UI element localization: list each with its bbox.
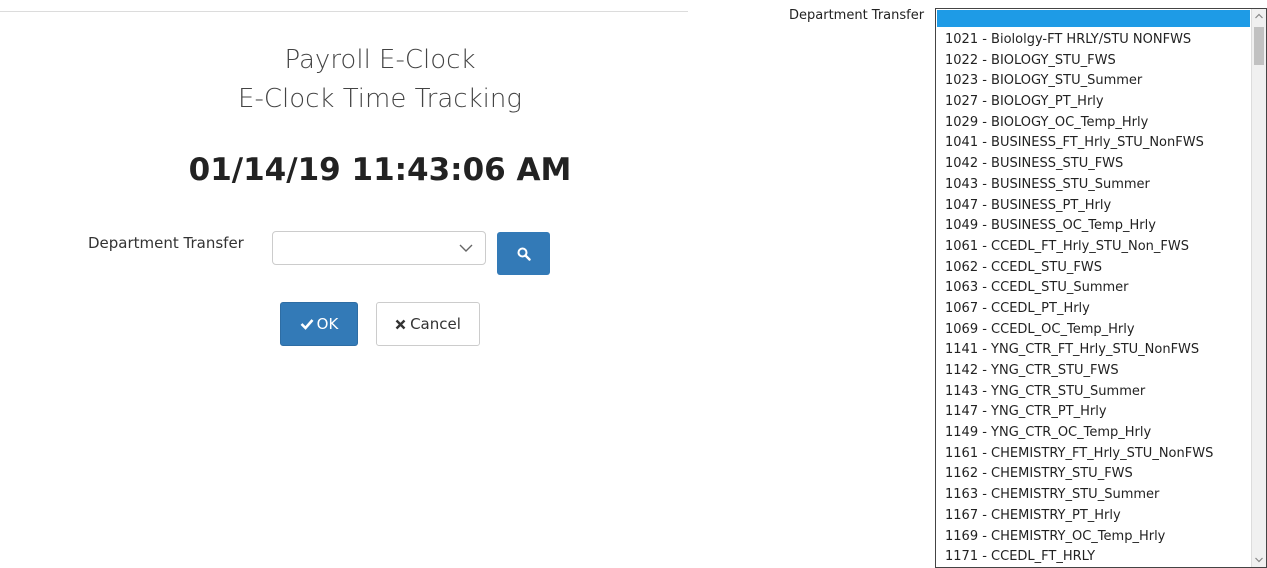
check-icon [300,319,314,330]
department-dropdown-list[interactable]: 1021 - Biololgy-FT HRLY/STU NONFWS 1022 -… [935,8,1267,568]
page-title: Payroll E-Clock [284,45,476,75]
top-divider [0,11,688,12]
dropdown-selected-option[interactable] [937,10,1250,27]
search-icon [517,247,531,261]
dropdown-option[interactable]: 1069 - CCEDL_OC_Temp_Hrly [936,320,1250,341]
dropdown-option[interactable]: 1061 - CCEDL_FT_Hrly_STU_Non_FWS [936,237,1250,258]
dropdown-option[interactable]: 1067 - CCEDL_PT_Hrly [936,299,1250,320]
dropdown-option[interactable]: 1041 - BUSINESS_FT_Hrly_STU_NonFWS [936,133,1250,154]
dropdown-scrollbar[interactable] [1251,9,1266,567]
dropdown-option[interactable]: 1141 - YNG_CTR_FT_Hrly_STU_NonFWS [936,340,1250,361]
dropdown-option[interactable]: 1049 - BUSINESS_OC_Temp_Hrly [936,216,1250,237]
chevron-down-icon [459,244,473,252]
dropdown-option[interactable]: 1169 - CHEMISTRY_OC_Temp_Hrly [936,527,1250,548]
dropdown-option[interactable]: 1163 - CHEMISTRY_STU_Summer [936,485,1250,506]
dropdown-label: Department Transfer [789,8,925,23]
dropdown-option[interactable]: 1027 - BIOLOGY_PT_Hrly [936,92,1250,113]
department-transfer-select[interactable] [272,231,486,265]
dropdown-option[interactable]: 1022 - BIOLOGY_STU_FWS [936,51,1250,72]
dropdown-option[interactable]: 1042 - BUSINESS_STU_FWS [936,154,1250,175]
dropdown-option[interactable]: 1161 - CHEMISTRY_FT_Hrly_STU_NonFWS [936,444,1250,465]
dropdown-option[interactable]: 1162 - CHEMISTRY_STU_FWS [936,464,1250,485]
dropdown-option[interactable]: 1063 - CCEDL_STU_Summer [936,278,1250,299]
dropdown-option[interactable]: 1021 - Biololgy-FT HRLY/STU NONFWS [936,30,1250,51]
close-icon [395,319,406,329]
cancel-button-label: Cancel [410,315,461,333]
dropdown-option[interactable]: 1142 - YNG_CTR_STU_FWS [936,361,1250,382]
dropdown-option[interactable]: 1167 - CHEMISTRY_PT_Hrly [936,506,1250,527]
page-subtitle: E-Clock Time Tracking [238,84,522,114]
dropdown-options: 1021 - Biololgy-FT HRLY/STU NONFWS 1022 -… [936,30,1250,567]
clock-display: 01/14/19 11:43:06 AM [188,152,572,188]
department-transfer-label: Department Transfer [88,234,244,252]
dropdown-option[interactable]: 1023 - BIOLOGY_STU_Summer [936,71,1250,92]
ok-button[interactable]: OK [280,302,358,346]
dropdown-option[interactable]: 1147 - YNG_CTR_PT_Hrly [936,402,1250,423]
dropdown-option[interactable]: 1047 - BUSINESS_PT_Hrly [936,196,1250,217]
dropdown-option[interactable]: 1143 - YNG_CTR_STU_Summer [936,382,1250,403]
scroll-up-icon[interactable] [1255,13,1263,19]
search-button[interactable] [497,232,550,275]
scrollbar-thumb[interactable] [1254,27,1264,65]
dropdown-option[interactable]: 1029 - BIOLOGY_OC_Temp_Hrly [936,113,1250,134]
dropdown-option[interactable]: 1043 - BUSINESS_STU_Summer [936,175,1250,196]
dropdown-option[interactable]: 1062 - CCEDL_STU_FWS [936,258,1250,279]
ok-button-label: OK [316,315,339,333]
dropdown-option[interactable]: 1149 - YNG_CTR_OC_Temp_Hrly [936,423,1250,444]
cancel-button[interactable]: Cancel [376,302,480,346]
